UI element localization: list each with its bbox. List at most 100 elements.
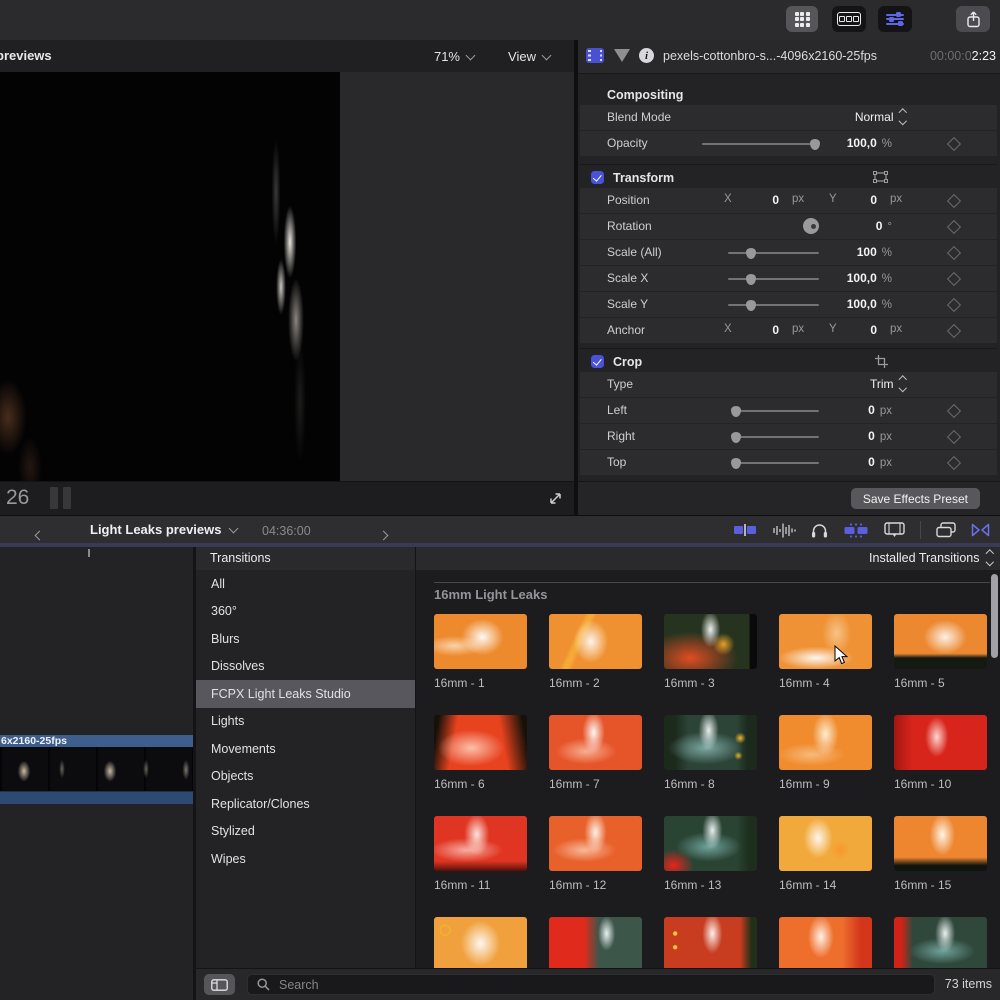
transition-item[interactable]: 16mm - 10 — [894, 715, 987, 816]
transition-item[interactable] — [664, 917, 757, 968]
transition-item[interactable]: 16mm - 4 — [779, 614, 872, 715]
transform-checkbox[interactable] — [591, 171, 604, 184]
timeline-index-film-icon[interactable] — [884, 522, 905, 538]
search-input[interactable] — [277, 977, 781, 993]
category-objects[interactable]: Objects — [196, 763, 415, 791]
transition-thumbnail[interactable] — [549, 614, 642, 669]
crop-onscreen-icon[interactable] — [875, 355, 888, 368]
transition-thumbnail[interactable] — [894, 917, 987, 968]
category-360[interactable]: 360° — [196, 598, 415, 626]
keyframe-diamond-icon[interactable] — [947, 430, 961, 444]
anchor-y-value[interactable]: 0 — [870, 323, 877, 337]
timeline-index-button[interactable] — [832, 6, 866, 32]
transition-item[interactable]: 16mm - 1 — [434, 614, 527, 715]
crop-type-select[interactable]: Trim — [870, 377, 905, 391]
keyframe-diamond-icon[interactable] — [947, 194, 961, 208]
transition-thumbnail[interactable] — [549, 816, 642, 871]
transition-item[interactable]: 16mm - 2 — [549, 614, 642, 715]
transition-item[interactable]: 16mm - 15 — [894, 816, 987, 917]
share-button[interactable] — [956, 6, 990, 32]
viewer-zoom-menu[interactable]: 71% — [434, 49, 474, 64]
keyframe-diamond-icon[interactable] — [947, 246, 961, 260]
snapping-icon[interactable] — [843, 523, 869, 538]
transition-thumbnail[interactable] — [549, 917, 642, 968]
transitions-browser-icon[interactable] — [971, 523, 990, 537]
keyframe-diamond-icon[interactable] — [947, 324, 961, 338]
keyframe-diamond-icon[interactable] — [947, 298, 961, 312]
crop-top-value[interactable]: 0px — [868, 455, 892, 469]
transition-thumbnail[interactable] — [434, 614, 527, 669]
category-fcpx-light-leaks-studio[interactable]: FCPX Light Leaks Studio — [196, 680, 415, 708]
transition-thumbnail[interactable] — [894, 614, 987, 669]
scrub-handle[interactable] — [63, 487, 71, 509]
transition-item[interactable] — [434, 917, 527, 968]
solo-headphones-icon[interactable] — [811, 523, 828, 538]
rotation-value[interactable]: 0° — [876, 219, 892, 233]
transitions-tab[interactable]: Transitions — [210, 551, 271, 565]
rotation-knob[interactable] — [803, 218, 819, 234]
keyframe-diamond-icon[interactable] — [947, 272, 961, 286]
anchor-x-value[interactable]: 0 — [772, 323, 779, 337]
transition-thumbnail[interactable] — [779, 816, 872, 871]
transition-thumbnail[interactable] — [664, 917, 757, 968]
grid-scrollbar[interactable] — [991, 574, 998, 658]
viewer-view-menu[interactable]: View — [508, 49, 550, 64]
transition-thumbnail[interactable] — [779, 614, 872, 669]
crop-right-slider[interactable] — [732, 436, 819, 438]
keyframe-diamond-icon[interactable] — [947, 456, 961, 470]
transition-item[interactable]: 16mm - 13 — [664, 816, 757, 917]
position-y-value[interactable]: 0 — [870, 193, 877, 207]
color-inspector-tab[interactable] — [614, 49, 630, 62]
transition-item[interactable] — [779, 917, 872, 968]
transition-item[interactable]: 16mm - 7 — [549, 715, 642, 816]
browser-toggle-button[interactable] — [786, 6, 818, 32]
transition-item[interactable]: 16mm - 8 — [664, 715, 757, 816]
transition-thumbnail[interactable] — [664, 715, 757, 770]
scrub-handle[interactable] — [50, 487, 58, 509]
category-lights[interactable]: Lights — [196, 708, 415, 736]
crop-left-value[interactable]: 0px — [868, 403, 892, 417]
inspector-toggle-button[interactable] — [878, 6, 912, 32]
keyframe-diamond-icon[interactable] — [947, 404, 961, 418]
save-effects-preset-button[interactable]: Save Effects Preset — [851, 488, 980, 509]
info-inspector-tab[interactable]: i — [639, 48, 654, 63]
scale-y-value[interactable]: 100,0% — [847, 297, 892, 311]
audio-skimming-icon[interactable] — [772, 523, 796, 538]
crop-top-slider[interactable] — [732, 462, 819, 464]
category-blurs[interactable]: Blurs — [196, 625, 415, 653]
project-title-menu[interactable]: Light Leaks previews — [90, 522, 237, 537]
scale-x-value[interactable]: 100,0% — [847, 271, 892, 285]
transition-item[interactable]: 16mm - 11 — [434, 816, 527, 917]
transition-item[interactable]: 16mm - 12 — [549, 816, 642, 917]
previous-project-button[interactable] — [36, 526, 43, 544]
viewer-canvas[interactable] — [0, 72, 574, 481]
crop-right-value[interactable]: 0px — [868, 429, 892, 443]
search-field[interactable] — [247, 974, 935, 995]
scale-all-value[interactable]: 100% — [857, 245, 892, 259]
transition-item[interactable]: 16mm - 6 — [434, 715, 527, 816]
scale-x-slider[interactable] — [728, 278, 819, 280]
opacity-slider[interactable] — [702, 143, 819, 145]
transition-item[interactable] — [894, 917, 987, 968]
next-project-button[interactable] — [380, 526, 387, 544]
timeline-clip[interactable]: 6x2160-25fps — [0, 735, 193, 804]
category-all[interactable]: All — [196, 570, 415, 598]
crop-left-slider[interactable] — [732, 410, 819, 412]
crop-checkbox[interactable] — [591, 355, 604, 368]
transition-thumbnail[interactable] — [664, 614, 757, 669]
transform-onscreen-icon[interactable] — [873, 171, 888, 183]
transition-thumbnail[interactable] — [664, 816, 757, 871]
transition-item[interactable]: 16mm - 9 — [779, 715, 872, 816]
transition-item[interactable] — [549, 917, 642, 968]
transition-thumbnail[interactable] — [894, 715, 987, 770]
blend-mode-select[interactable]: Normal — [855, 110, 905, 124]
timeline-track-area[interactable]: 6x2160-25fps — [0, 547, 193, 1000]
category-dissolves[interactable]: Dissolves — [196, 653, 415, 681]
transition-item[interactable]: 16mm - 5 — [894, 614, 987, 715]
keyframe-diamond-icon[interactable] — [947, 220, 961, 234]
opacity-value[interactable]: 100,0% — [847, 136, 892, 150]
transition-thumbnail[interactable] — [434, 816, 527, 871]
transition-thumbnail[interactable] — [894, 816, 987, 871]
effects-browser-icon[interactable] — [936, 522, 956, 538]
transition-thumbnail[interactable] — [779, 917, 872, 968]
